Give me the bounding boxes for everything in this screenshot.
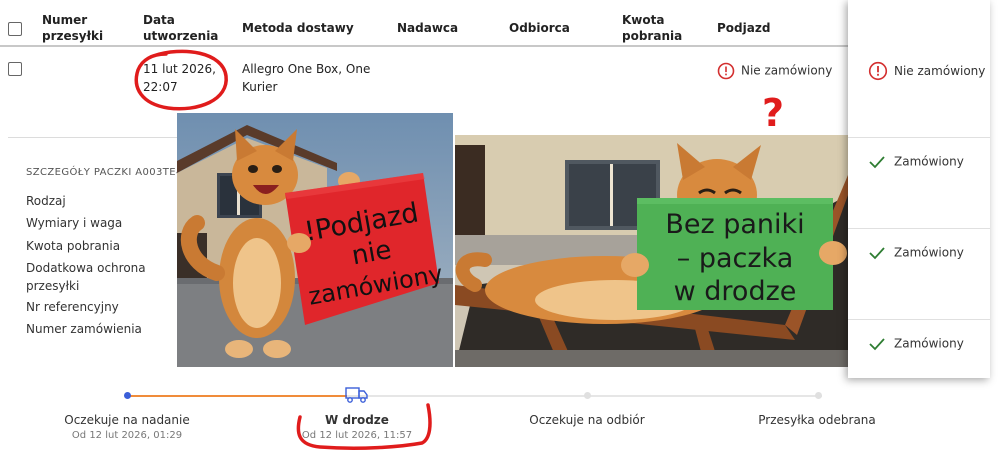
column-header-metoda-dostawy[interactable]: Metoda dostawy — [242, 20, 354, 36]
podjazd-dropdown-panel: Nie zamówiony Zamówiony Zamówiony Zamówi… — [848, 0, 990, 378]
header-line: utworzenia — [143, 29, 219, 43]
dropdown-option-zamowiony-3[interactable]: Zamówiony — [848, 320, 990, 378]
time-line: 22:07 — [143, 80, 178, 94]
timeline-step-1-label: Oczekuje na nadanie — [64, 413, 190, 427]
dropdown-option-nie-zamowiony[interactable]: Nie zamówiony — [848, 25, 990, 115]
annotation-underline-w-drodze — [296, 403, 432, 450]
detail-line: Dodatkowa ochrona — [26, 261, 146, 275]
header-line: Kwota — [622, 13, 665, 27]
checkmark-icon — [869, 246, 885, 259]
header-line: Data — [143, 13, 175, 27]
delivery-line: Kurier — [242, 80, 278, 94]
dropdown-option-label: Zamówiony — [894, 154, 964, 169]
photo-cat-red-sign: !Podjazd nie zamówiony — [177, 113, 453, 367]
column-header-kwota-pobrania[interactable]: Kwota pobrania — [622, 12, 682, 44]
photo-cat-green-sign: Bez paniki – paczka w drodze — [455, 135, 848, 367]
dropdown-option-label: Zamówiony — [894, 245, 964, 260]
row-divider — [8, 137, 178, 138]
dropdown-option-zamowiony-2[interactable]: Zamówiony — [848, 229, 990, 319]
timeline-dot-step-3 — [584, 392, 591, 399]
timeline-dot-step-4 — [815, 392, 822, 399]
column-header-nadawca[interactable]: Nadawca — [397, 20, 458, 36]
timeline-step-2-date: Od 12 lut 2026, 11:57 — [301, 430, 413, 441]
checkmark-icon — [869, 337, 885, 350]
question-mark-text: ? — [762, 91, 784, 134]
row-checkbox[interactable] — [8, 62, 22, 76]
dropdown-option-label: Nie zamówiony — [894, 64, 986, 78]
detail-numer-zamowienia: Numer zamówienia — [26, 322, 142, 336]
timeline-step-2-label: W drodze — [325, 413, 389, 427]
header-divider — [0, 45, 848, 47]
column-header-podjazd[interactable]: Podjazd — [717, 20, 770, 36]
column-header-data-utworzenia[interactable]: Data utworzenia — [143, 12, 218, 44]
header-line: Numer — [42, 13, 88, 27]
detail-rodzaj: Rodzaj — [26, 194, 66, 208]
timeline-step-1-date: Od 12 lut 2026, 01:29 — [71, 430, 183, 441]
right-sign-line-1: Bez paniki — [665, 209, 804, 240]
annotation-question-mark: ? — [762, 91, 784, 134]
creation-date: 11 lut 2026, 22:07 — [143, 60, 216, 96]
detail-dodatkowa-ochrona: Dodatkowa ochrona przesyłki — [26, 259, 146, 295]
package-details-title: SZCZEGÓŁY PACZKI A003TE4KB — [26, 167, 197, 178]
podjazd-status-label: Nie zamówiony — [741, 63, 833, 78]
column-header-odbiorca[interactable]: Odbiorca — [509, 20, 570, 36]
header-line: pobrania — [622, 29, 683, 43]
date-line: 11 lut 2026, — [143, 62, 216, 76]
podjazd-status[interactable]: Nie zamówiony — [717, 61, 832, 80]
checkmark-icon — [869, 155, 885, 168]
cat-green-sign-illustration: Bez paniki – paczka w drodze — [455, 135, 848, 367]
select-all-checkbox[interactable] — [8, 22, 22, 36]
truck-icon — [345, 387, 368, 403]
timeline-step-4-label: Przesyłka odebrana — [758, 413, 876, 427]
delivery-method: Allegro One Box, One Kurier — [242, 60, 370, 96]
dropdown-option-label: Zamówiony — [894, 336, 964, 351]
detail-kwota-pobrania: Kwota pobrania — [26, 239, 121, 253]
right-sign-line-2: – paczka — [677, 243, 794, 274]
detail-wymiary: Wymiary i waga — [26, 216, 123, 230]
right-sign-line-3: w drodze — [674, 276, 797, 307]
timeline-progress — [127, 395, 347, 397]
cat-red-sign-illustration: !Podjazd nie zamówiony — [177, 113, 453, 367]
detail-nr-referencyjny: Nr referencyjny — [26, 300, 119, 314]
timeline-step-3-label: Oczekuje na odbiór — [529, 413, 645, 427]
column-header-numer-przesylki[interactable]: Numer przesyłki — [42, 12, 103, 44]
delivery-line: Allegro One Box, One — [242, 62, 371, 76]
header-line: przesyłki — [42, 29, 104, 43]
alert-circle-icon — [868, 61, 888, 81]
alert-circle-icon — [717, 62, 735, 79]
timeline-dot-step-1 — [124, 392, 131, 399]
detail-line: przesyłki — [26, 279, 80, 293]
dropdown-option-zamowiony-1[interactable]: Zamówiony — [848, 138, 990, 228]
